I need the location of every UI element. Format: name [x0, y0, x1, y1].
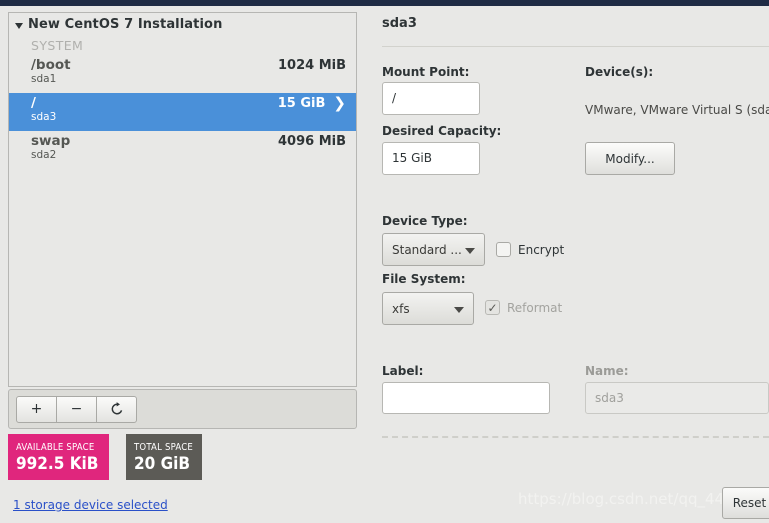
title-separator [382, 46, 769, 47]
desired-capacity-input[interactable]: 15 GiB [382, 142, 480, 175]
installation-group-title: New CentOS 7 Installation [28, 17, 223, 32]
window-top-strip [0, 0, 769, 6]
partition-row-root[interactable]: / 15 GiB ❯ sda3 [9, 93, 356, 131]
section-divider [382, 436, 769, 438]
name-input: sda3 [585, 382, 769, 414]
section-label-system: SYSTEM [31, 38, 84, 53]
available-space-caption: AVAILABLE SPACE [16, 441, 95, 453]
file-system-value: xfs [392, 301, 410, 316]
partition-row-boot[interactable]: /boot 1024 MiB sda1 [9, 55, 356, 93]
check-icon: ✓ [487, 300, 498, 315]
file-system-select[interactable]: xfs [382, 292, 474, 325]
plus-icon: + [30, 401, 43, 417]
partition-size: 1024 MiB [277, 58, 346, 73]
partition-row-swap[interactable]: swap 4096 MiB sda2 [9, 131, 356, 169]
remove-partition-button[interactable]: − [56, 395, 97, 423]
encrypt-checkbox-group[interactable]: Encrypt [496, 242, 564, 257]
label-field-label: Label: [382, 364, 424, 378]
available-space-value: 992.5 KiB [16, 453, 99, 474]
modify-devices-button[interactable]: Modify... [585, 142, 675, 175]
total-space-caption: TOTAL SPACE [134, 441, 193, 453]
add-partition-button[interactable]: + [16, 395, 57, 423]
partition-size: 4096 MiB [277, 134, 346, 149]
refresh-partitions-button[interactable] [96, 395, 137, 423]
partition-details-panel: sda3 Mount Point: / Desired Capacity: 15… [368, 8, 769, 523]
partition-size: 15 GiB [277, 96, 326, 111]
manual-partitioning-screen: New CentOS 7 Installation SYSTEM /boot 1… [0, 0, 769, 523]
total-space-value: 20 GiB [134, 453, 191, 474]
partition-mount-point: swap [31, 133, 71, 149]
total-space-box: TOTAL SPACE 20 GiB [126, 434, 202, 480]
device-type-select[interactable]: Standard ... [382, 233, 485, 266]
reformat-checkbox-group: ✓ Reformat [485, 300, 562, 315]
chevron-down-icon [465, 247, 475, 254]
mount-point-label: Mount Point: [382, 65, 470, 79]
partition-device-name: sda3 [31, 111, 57, 123]
devices-value: VMware, VMware Virtual S (sda [585, 103, 769, 117]
partition-toolbar: + − [8, 389, 357, 429]
storage-device-selected-link[interactable]: 1 storage device selected [13, 498, 168, 512]
name-field-label: Name: [585, 364, 629, 378]
devices-label: Device(s): [585, 65, 654, 79]
mount-point-input[interactable]: / [382, 82, 480, 115]
device-type-label: Device Type: [382, 214, 468, 228]
partition-device-name: sda1 [31, 73, 57, 85]
encrypt-checkbox[interactable] [496, 242, 511, 257]
reformat-label: Reformat [507, 300, 563, 315]
reformat-checkbox: ✓ [485, 300, 500, 315]
encrypt-label: Encrypt [518, 242, 565, 257]
chevron-down-icon [454, 306, 464, 313]
desired-capacity-label: Desired Capacity: [382, 124, 502, 138]
installation-group-header[interactable]: New CentOS 7 Installation [9, 13, 356, 34]
device-type-value: Standard ... [392, 242, 462, 257]
chevron-right-icon: ❯ [333, 94, 346, 112]
page-title: sda3 [382, 16, 417, 31]
triangle-down-icon[interactable] [15, 22, 23, 29]
partition-list-panel: New CentOS 7 Installation SYSTEM /boot 1… [8, 12, 357, 387]
partition-device-name: sda2 [31, 149, 57, 161]
available-space-box: AVAILABLE SPACE 992.5 KiB [8, 434, 109, 480]
minus-icon: − [70, 401, 83, 417]
file-system-label: File System: [382, 272, 466, 286]
refresh-icon [111, 402, 122, 415]
space-summary: AVAILABLE SPACE 992.5 KiB TOTAL SPACE 20… [8, 434, 202, 480]
reset-button[interactable]: Reset [722, 487, 769, 519]
partition-mount-point: /boot [31, 57, 71, 73]
label-input[interactable] [382, 382, 550, 414]
partition-mount-point: / [31, 95, 36, 111]
